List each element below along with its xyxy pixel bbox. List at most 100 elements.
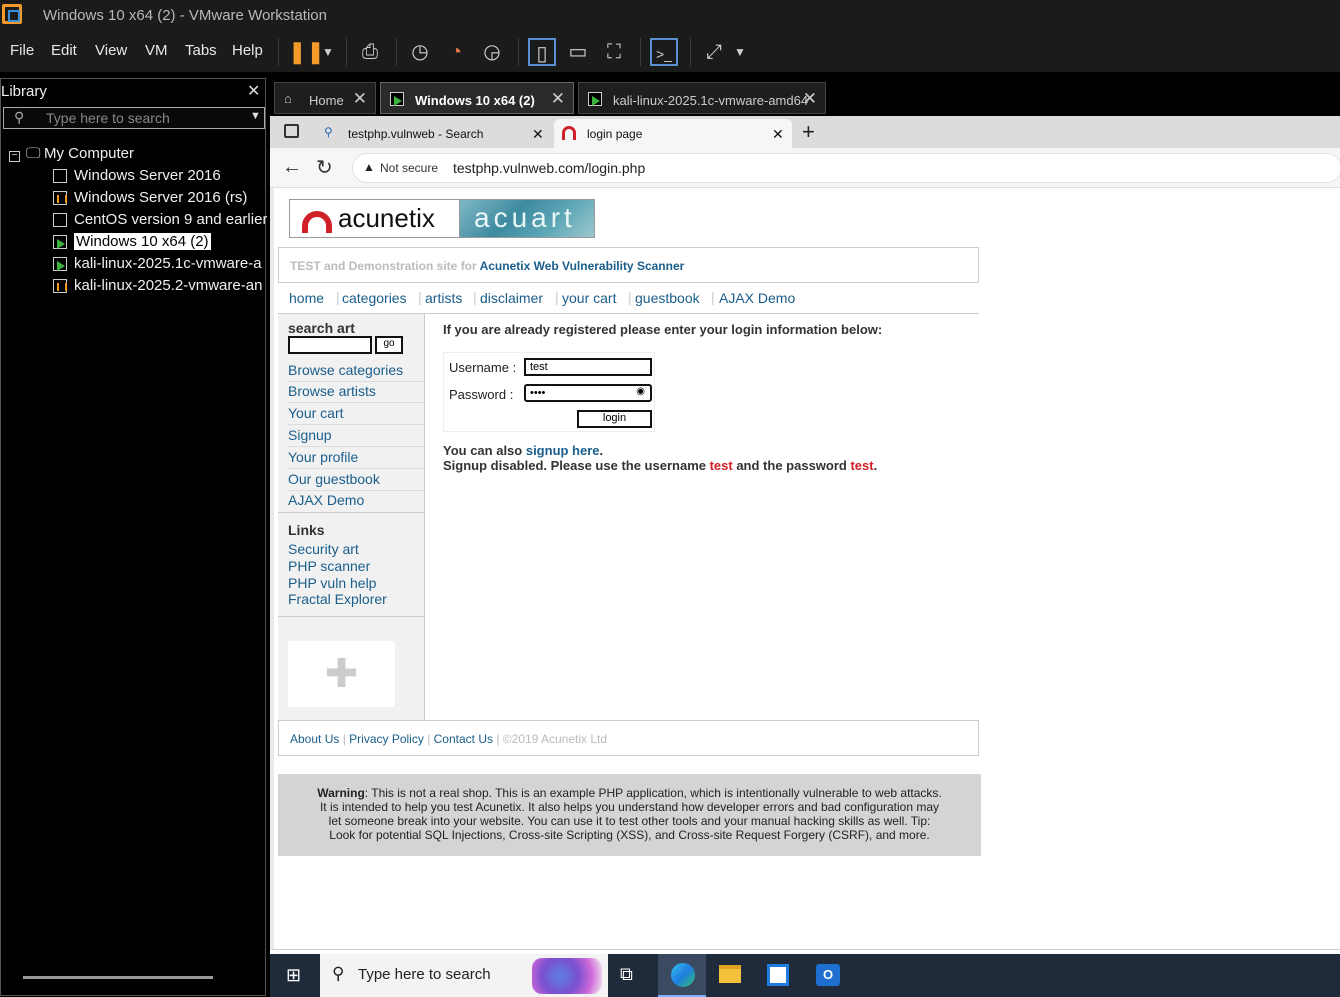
warning-title: Warning xyxy=(317,786,365,800)
link-php-scanner[interactable]: PHP scanner xyxy=(288,558,370,574)
close-icon[interactable]: ✕ xyxy=(803,89,817,109)
sidebar-divider xyxy=(278,512,424,513)
sidebar-link-guestbook[interactable]: Our guestbook xyxy=(288,469,424,491)
vm-running-icon xyxy=(53,235,67,250)
vm-tab-home[interactable]: ⌂ Home ✕ xyxy=(274,82,376,114)
tree-item-vm-selected[interactable]: Windows 10 x64 (2) xyxy=(53,231,211,253)
acuart-banner[interactable]: acuart xyxy=(460,199,595,238)
login-button[interactable]: login xyxy=(577,410,652,428)
sidebar-link-ajax-demo[interactable]: AJAX Demo xyxy=(288,490,424,512)
menu-help[interactable]: Help xyxy=(232,42,263,59)
fullscreen-icon[interactable]: ⛶ xyxy=(600,38,628,66)
close-icon[interactable]: ✕ xyxy=(772,126,784,143)
vmware-logo-icon xyxy=(2,4,22,24)
search-highlight-icon[interactable] xyxy=(532,958,602,994)
vm-tab-windows10[interactable]: Windows 10 x64 (2) ✕ xyxy=(380,82,574,114)
snapshot-manager-icon[interactable]: ◶ xyxy=(478,38,506,66)
footer-contact-us[interactable]: Contact Us xyxy=(434,732,493,746)
task-view-icon[interactable]: ⧉ xyxy=(620,964,633,985)
back-arrow-icon[interactable]: ← xyxy=(282,156,302,179)
snapshot-icon[interactable]: ◷ xyxy=(406,38,434,66)
title-bar: Windows 10 x64 (2) - VMware Workstation xyxy=(0,0,1340,32)
tree-item-vm[interactable]: kali-linux-2025.1c-vmware-a xyxy=(53,253,265,275)
sidebar-link-your-cart[interactable]: Your cart xyxy=(288,403,424,425)
password-input[interactable]: •••• ◉ xyxy=(524,384,652,402)
sidebar-link-browse-artists[interactable]: Browse artists xyxy=(288,381,424,403)
close-icon[interactable]: ✕ xyxy=(551,89,565,109)
link-security-art[interactable]: Security art xyxy=(288,541,359,557)
library-search-input[interactable]: ⚲ Type here to search ▼ xyxy=(3,107,265,129)
stretch-icon[interactable]: ⤢ xyxy=(700,38,728,66)
footer-privacy-policy[interactable]: Privacy Policy xyxy=(349,732,424,746)
sidebar-link-signup[interactable]: Signup xyxy=(288,425,424,447)
taskbar-search-box[interactable]: ⚲ Type here to search xyxy=(320,954,608,997)
tree-item-label: kali-linux-2025.2-vmware-an xyxy=(74,277,263,294)
outlook-icon[interactable]: O xyxy=(816,964,840,986)
search-go-button[interactable]: go xyxy=(375,336,403,354)
tab-actions-icon[interactable] xyxy=(284,124,299,138)
dropdown-arrow-icon[interactable]: ▼ xyxy=(726,38,754,66)
dropdown-arrow-icon[interactable]: ▼ xyxy=(314,38,342,66)
footer-about-us[interactable]: About Us xyxy=(290,732,339,746)
refresh-icon[interactable]: ↻ xyxy=(316,155,333,180)
nav-categories[interactable]: categories xyxy=(342,290,407,306)
reveal-password-icon[interactable]: ◉ xyxy=(636,386,645,397)
link-fractal-explorer[interactable]: Fractal Explorer xyxy=(288,591,387,607)
revert-snapshot-icon[interactable]: ◔ xyxy=(442,38,470,66)
collapse-icon[interactable]: − xyxy=(9,151,20,162)
new-tab-icon[interactable]: + xyxy=(802,119,815,145)
tagline-link[interactable]: Acunetix Web Vulnerability Scanner xyxy=(480,259,685,273)
url-text: testphp.vulnweb.com/login.php xyxy=(453,160,646,176)
vm-icon xyxy=(53,169,67,184)
chevron-down-icon[interactable]: ▼ xyxy=(250,110,261,122)
nav-home[interactable]: home xyxy=(289,290,324,306)
file-explorer-icon[interactable] xyxy=(719,965,741,983)
vm-running-icon xyxy=(390,92,404,106)
acunetix-logo[interactable]: acunetix xyxy=(289,199,460,238)
link-php-vuln-help[interactable]: PHP vuln help xyxy=(288,575,376,591)
sidebar-link-browse-categories[interactable]: Browse categories xyxy=(288,360,424,382)
tree-item-vm[interactable]: Windows Server 2016 xyxy=(53,165,221,187)
top-nav: home | categories | artists | disclaimer… xyxy=(278,284,979,314)
menu-edit[interactable]: Edit xyxy=(51,42,77,59)
nav-disclaimer[interactable]: disclaimer xyxy=(480,290,543,306)
site-footer: About Us | Privacy Policy | Contact Us |… xyxy=(278,720,979,756)
windows-start-icon[interactable]: ⊞ xyxy=(286,965,306,985)
library-view-icon[interactable]: ▯ xyxy=(528,38,556,66)
address-bar[interactable]: ▲ Not secure testphp.vulnweb.com/login.p… xyxy=(352,153,1340,183)
thumbnail-view-icon[interactable]: ▭ xyxy=(564,38,592,66)
nav-artists[interactable]: artists xyxy=(425,290,462,306)
menu-tabs[interactable]: Tabs xyxy=(185,42,217,59)
nav-ajax-demo[interactable]: AJAX Demo xyxy=(719,290,795,306)
disabled-password: test xyxy=(850,458,874,473)
close-icon[interactable]: ✕ xyxy=(532,126,544,143)
vm-tab-kali[interactable]: kali-linux-2025.1c-vmware-amd64 ✕ xyxy=(578,82,826,114)
menu-vm[interactable]: VM xyxy=(145,42,168,59)
vm-running-icon xyxy=(588,92,602,106)
close-icon[interactable]: ✕ xyxy=(353,89,367,109)
nav-guestbook[interactable]: guestbook xyxy=(635,290,700,306)
tree-item-vm[interactable]: CentOS version 9 and earlier xyxy=(53,209,267,231)
pause-icon[interactable]: ❚❚ xyxy=(288,38,325,66)
close-icon[interactable]: ✕ xyxy=(247,81,260,101)
tree-item-vm[interactable]: Windows Server 2016 (rs) xyxy=(53,187,247,209)
horizontal-scrollbar[interactable] xyxy=(23,976,213,979)
taskbar-edge-button[interactable] xyxy=(658,954,706,997)
tree-item-vm[interactable]: kali-linux-2025.2-vmware-an xyxy=(53,275,265,297)
browser-tab-search[interactable]: ⚲ testphp.vulnweb - Search ✕ xyxy=(318,119,550,148)
send-keys-icon[interactable]: ⎙ xyxy=(356,38,384,66)
toolbar-divider xyxy=(396,38,397,66)
nav-your-cart[interactable]: your cart xyxy=(562,290,616,306)
browser-tab-login[interactable]: login page ✕ xyxy=(554,119,792,148)
tree-item-label: kali-linux-2025.1c-vmware-a xyxy=(74,255,262,272)
signup-link[interactable]: signup here xyxy=(526,443,600,458)
tree-root-my-computer[interactable]: − 🖵 My Computer xyxy=(9,143,134,165)
menu-file[interactable]: File xyxy=(10,42,34,59)
security-indicator[interactable]: Not secure xyxy=(380,161,438,175)
console-view-icon[interactable]: >_ xyxy=(650,38,678,66)
sidebar-link-your-profile[interactable]: Your profile xyxy=(288,447,424,469)
search-art-input[interactable] xyxy=(288,336,372,354)
username-input[interactable]: test xyxy=(524,358,652,376)
store-icon[interactable] xyxy=(767,964,789,986)
menu-view[interactable]: View xyxy=(95,42,127,59)
